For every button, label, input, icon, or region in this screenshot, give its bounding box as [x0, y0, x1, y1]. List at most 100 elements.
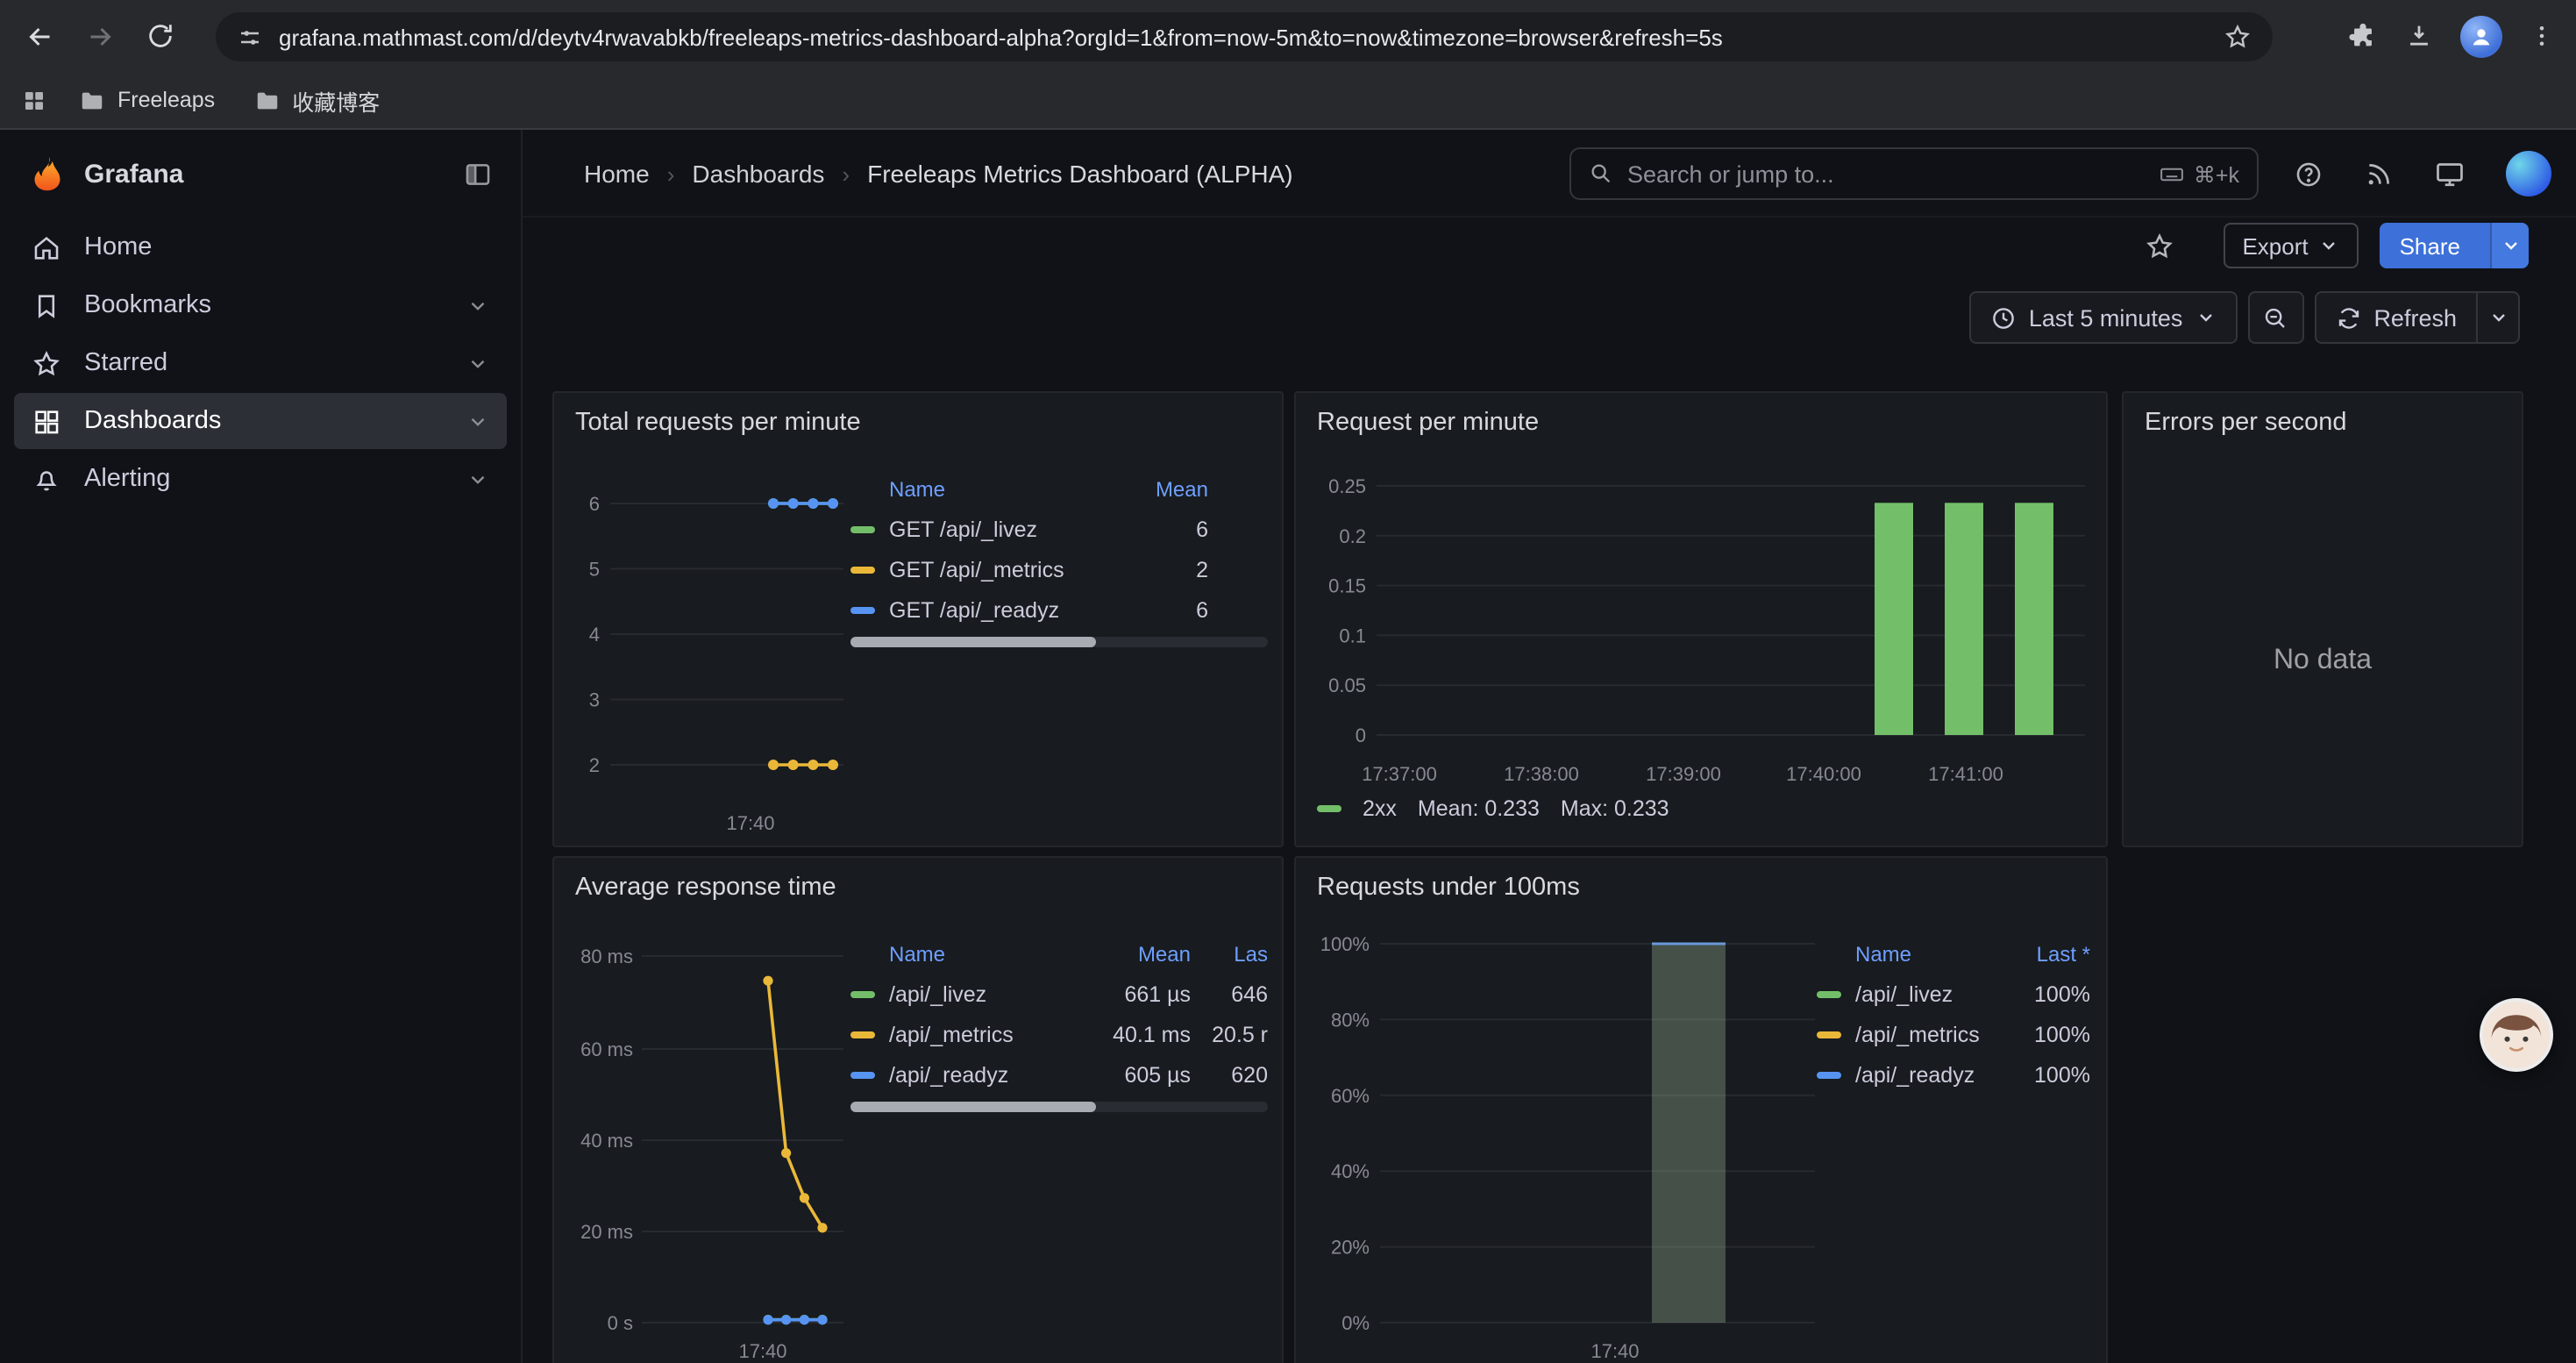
zoom-out-button[interactable] — [2247, 291, 2303, 344]
extensions-icon[interactable] — [2348, 21, 2378, 51]
legend-header-name[interactable]: Name — [1855, 942, 2006, 967]
url-input[interactable] — [279, 24, 2224, 50]
back-icon[interactable] — [14, 10, 67, 62]
scrollbar-thumb[interactable] — [850, 1102, 1096, 1112]
series-mean: 661 µs — [1089, 981, 1191, 1006]
legend-header-mean[interactable]: Mean — [1103, 477, 1208, 502]
legend[interactable]: 2xx Mean: 0.233 Max: 0.233 — [1317, 796, 1669, 821]
monitor-icon[interactable] — [2434, 158, 2466, 189]
page-header: Home › Dashboards › Freeleaps Metrics Da… — [523, 130, 2576, 218]
legend-row[interactable]: /api/_livez 100% — [1817, 974, 2090, 1014]
brand-name: Grafana — [84, 159, 183, 189]
time-range-picker[interactable]: Last 5 minutes — [1969, 291, 2238, 344]
series-name[interactable]: /api/_readyz — [1855, 1062, 2006, 1087]
series-last: 100% — [2006, 1022, 2090, 1046]
avg-response-time-chart[interactable]: 80 ms60 ms40 ms20 ms0 s17:40 — [554, 928, 850, 1363]
browser-menu-icon[interactable] — [2529, 23, 2555, 49]
series-mean: 2 — [1103, 557, 1208, 582]
series-name[interactable]: GET /api/_metrics — [889, 557, 1103, 582]
bookmark-item[interactable]: 收藏博客 — [239, 76, 394, 124]
bookmark-item[interactable]: Freeleaps — [65, 80, 229, 120]
total-requests-chart[interactable]: 6543217:40 — [554, 463, 850, 840]
legend-row[interactable]: /api/_metrics 40.1 ms 20.5 r — [850, 1014, 1268, 1054]
export-label: Export — [2242, 232, 2308, 259]
panel-title[interactable]: Errors per second — [2124, 393, 2522, 437]
assistant-avatar-widget[interactable] — [2480, 998, 2553, 1072]
dock-menu-icon[interactable] — [463, 159, 493, 189]
bell-icon — [32, 464, 61, 494]
download-icon[interactable] — [2404, 21, 2434, 51]
sidebar-item-bookmarks[interactable]: Bookmarks — [14, 277, 507, 333]
series-name[interactable]: /api/_livez — [1855, 981, 2006, 1006]
sidebar-item-alerting[interactable]: Alerting — [14, 451, 507, 507]
export-button[interactable]: Export — [2223, 223, 2359, 268]
breadcrumb-home[interactable]: Home — [584, 160, 650, 188]
series-name[interactable]: 2xx — [1363, 796, 1397, 821]
legend-row[interactable]: /api/_readyz 100% — [1817, 1054, 2090, 1095]
panel-title[interactable]: Requests under 100ms — [1296, 858, 2106, 902]
sidebar-item-home[interactable]: Home — [14, 219, 507, 275]
sidebar-item-starred[interactable]: Starred — [14, 335, 507, 391]
svg-text:17:40:00: 17:40:00 — [1786, 763, 1861, 785]
legend-row[interactable]: /api/_livez 661 µs 646 — [850, 974, 1268, 1014]
search-box[interactable]: ⌘+k — [1569, 147, 2259, 200]
help-icon[interactable] — [2294, 159, 2323, 189]
zoom-out-icon — [2262, 304, 2288, 331]
scrollbar-thumb[interactable] — [850, 637, 1096, 647]
panel-title[interactable]: Request per minute — [1296, 393, 2106, 437]
legend-header-last[interactable]: Last * — [2006, 942, 2090, 967]
legend-header-name[interactable]: Name — [889, 942, 1089, 967]
breadcrumb-dashboards[interactable]: Dashboards — [692, 160, 824, 188]
request-per-minute-chart[interactable]: 0.250.20.150.10.05017:37:0017:38:0017:39… — [1296, 463, 2103, 796]
grafana-logo[interactable] — [28, 154, 67, 193]
series-name[interactable]: /api/_metrics — [1855, 1022, 2006, 1046]
reload-icon[interactable] — [133, 10, 186, 62]
share-dropdown-icon[interactable] — [2490, 223, 2529, 268]
search-input[interactable] — [1627, 161, 2159, 187]
favorite-star-icon[interactable] — [2144, 231, 2174, 260]
forward-icon[interactable] — [74, 10, 126, 62]
news-icon[interactable] — [2364, 159, 2394, 189]
legend-scrollbar[interactable] — [850, 1102, 1268, 1112]
clock-icon — [1990, 304, 2017, 331]
address-bar[interactable] — [216, 12, 2273, 61]
legend-row[interactable]: /api/_readyz 605 µs 620 — [850, 1054, 1268, 1095]
under-100ms-chart[interactable]: 100%80%60%40%20%0%17:40 — [1296, 928, 1822, 1363]
bookmark-icon — [32, 290, 61, 320]
legend-row[interactable]: GET /api/_livez 6 — [850, 509, 1208, 549]
legend-row[interactable]: /api/_metrics 100% — [1817, 1014, 2090, 1054]
chevron-down-icon[interactable] — [466, 294, 489, 317]
profile-avatar[interactable] — [2460, 15, 2502, 57]
chevron-down-icon[interactable] — [466, 467, 489, 490]
site-settings-icon[interactable] — [237, 24, 263, 50]
user-avatar[interactable] — [2506, 151, 2551, 196]
legend-scrollbar[interactable] — [850, 637, 1268, 647]
sidebar-item-label: Alerting — [84, 465, 170, 493]
apps-grid-icon[interactable] — [21, 87, 47, 113]
legend-header-mean[interactable]: Mean — [1089, 942, 1191, 967]
panel-title[interactable]: Average response time — [554, 858, 1282, 902]
sidebar-item-label: Starred — [84, 349, 167, 377]
legend-header-last[interactable]: Las — [1191, 942, 1268, 967]
legend-header-name[interactable]: Name — [889, 477, 1103, 502]
series-name[interactable]: /api/_livez — [889, 981, 1089, 1006]
legend-row[interactable]: GET /api/_metrics 2 — [850, 549, 1208, 589]
bookmark-star-icon[interactable] — [2224, 23, 2252, 51]
series-name[interactable]: /api/_readyz — [889, 1062, 1089, 1087]
series-last: 20.5 r — [1191, 1022, 1268, 1046]
screen: Freeleaps 收藏博客 Grafana — [0, 0, 2576, 1363]
chevron-down-icon[interactable] — [466, 352, 489, 375]
chevron-down-icon[interactable] — [466, 410, 489, 432]
sidebar-item-dashboards[interactable]: Dashboards — [14, 393, 507, 449]
panel-title[interactable]: Total requests per minute — [554, 393, 1282, 437]
legend-row[interactable]: GET /api/_readyz 6 — [850, 589, 1208, 630]
home-icon — [32, 232, 61, 262]
time-controls: Last 5 minutes Refresh — [1969, 291, 2520, 344]
series-name[interactable]: GET /api/_readyz — [889, 597, 1103, 622]
refresh-button[interactable]: Refresh — [2316, 293, 2476, 342]
browser-toolbar — [0, 0, 2576, 72]
series-name[interactable]: GET /api/_livez — [889, 517, 1103, 541]
share-button[interactable]: Share — [2380, 223, 2529, 268]
series-name[interactable]: /api/_metrics — [889, 1022, 1089, 1046]
refresh-interval-dropdown[interactable] — [2476, 293, 2518, 342]
